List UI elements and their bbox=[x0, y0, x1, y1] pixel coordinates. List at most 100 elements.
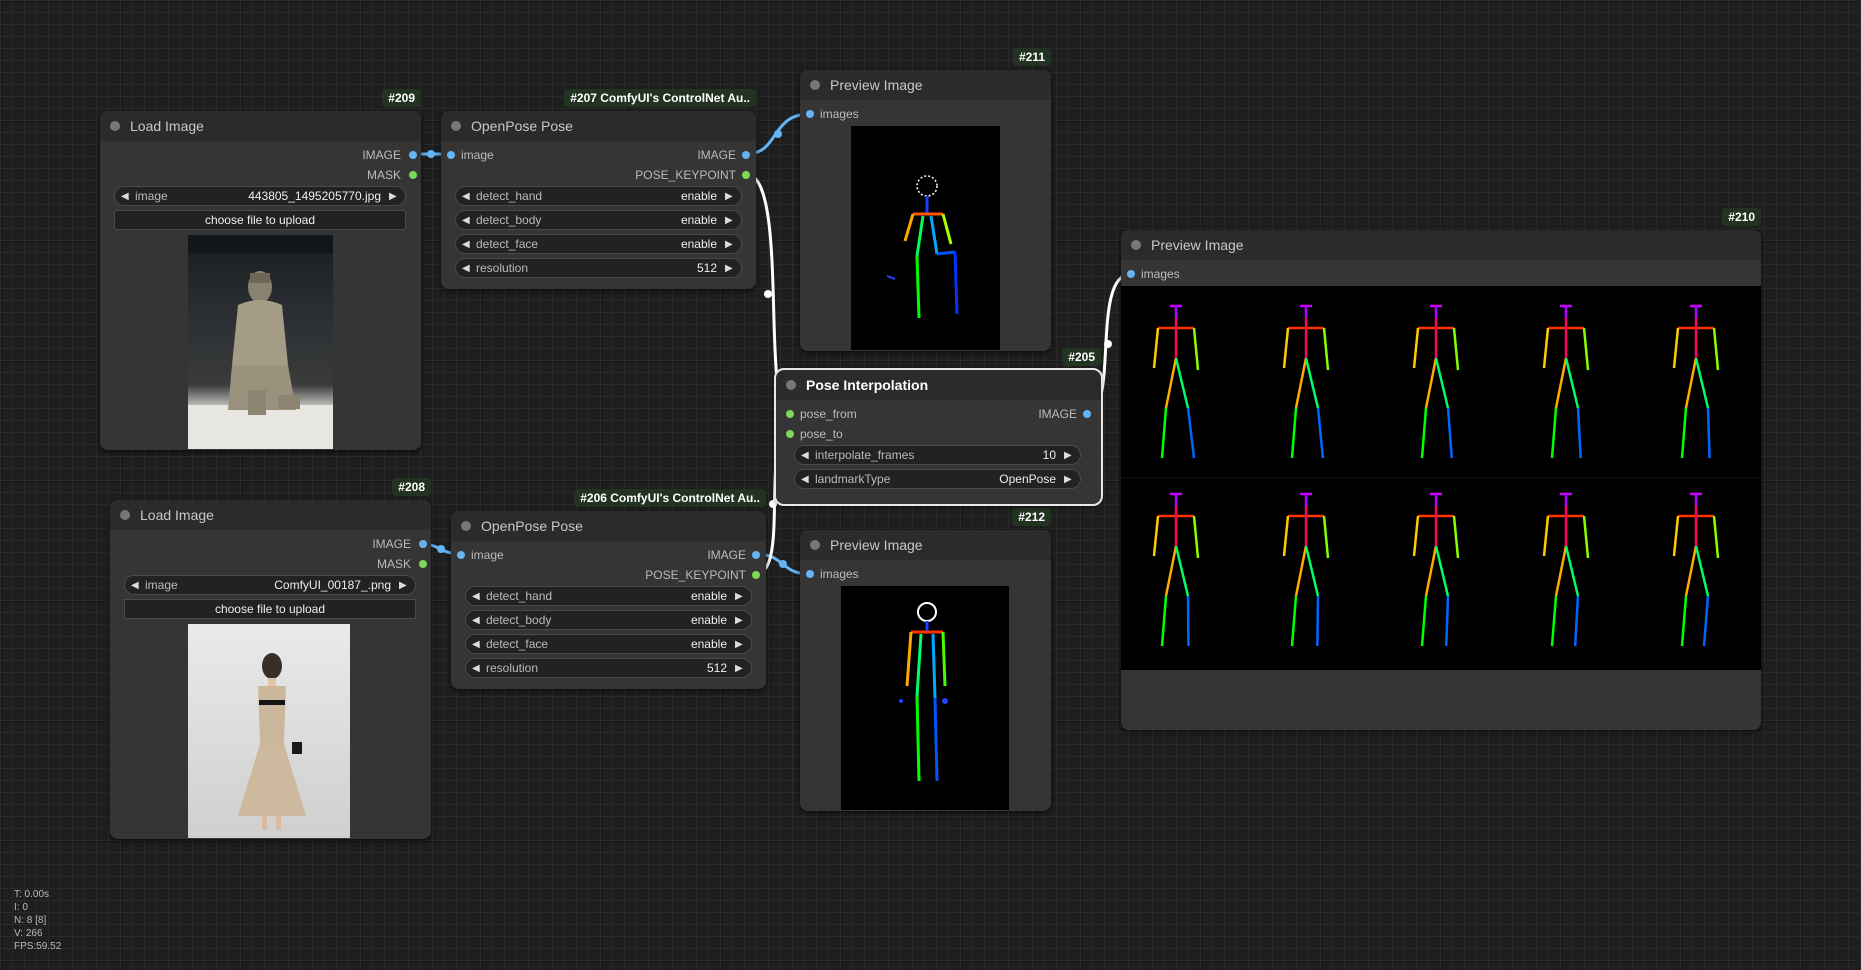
output-pin-mask[interactable] bbox=[419, 560, 427, 568]
node-id-badge: #205 bbox=[1062, 348, 1101, 366]
decrement-arrow-icon[interactable]: ◀ bbox=[462, 239, 472, 250]
fashion-model-image bbox=[238, 653, 306, 830]
openpose-pose-node-206[interactable]: #206 ComfyUI's ControlNet Au.. OpenPose … bbox=[451, 489, 766, 689]
detect-body-widget[interactable]: ◀ detect_body enable ▶ bbox=[455, 210, 742, 230]
upload-button[interactable]: choose file to upload bbox=[124, 599, 416, 619]
collapse-dot-icon[interactable] bbox=[786, 380, 796, 390]
input-label-image: image bbox=[471, 548, 504, 562]
preview-image-node-210[interactable]: #210 Preview Image images bbox=[1121, 208, 1761, 730]
node-id-badge: #212 bbox=[1012, 508, 1051, 526]
input-label-images: images bbox=[820, 107, 859, 121]
input-pin-images[interactable] bbox=[806, 570, 814, 578]
output-label-mask: MASK bbox=[376, 557, 411, 571]
node-id-badge: #208 bbox=[392, 478, 431, 496]
input-pin-image[interactable] bbox=[457, 551, 465, 559]
collapse-dot-icon[interactable] bbox=[120, 510, 130, 520]
node-title-bar[interactable]: Preview Image bbox=[1121, 230, 1761, 260]
increment-arrow-icon[interactable]: ▶ bbox=[389, 191, 399, 202]
node-title-bar[interactable]: OpenPose Pose bbox=[441, 111, 756, 141]
increment-arrow-icon[interactable]: ▶ bbox=[725, 239, 735, 250]
input-pin-image[interactable] bbox=[447, 151, 455, 159]
output-pin-image[interactable] bbox=[419, 540, 427, 548]
landmark-type-widget[interactable]: ◀ landmarkType OpenPose ▶ bbox=[794, 469, 1081, 489]
load-image-node-209[interactable]: #209 Load Image IMAGE MASK ◀ image 44380… bbox=[100, 89, 421, 450]
terracotta-warrior-image bbox=[188, 235, 333, 449]
increment-arrow-icon[interactable]: ▶ bbox=[735, 663, 745, 674]
decrement-arrow-icon[interactable]: ◀ bbox=[462, 215, 472, 226]
input-pin-pose-to[interactable] bbox=[786, 430, 794, 438]
load-image-node-208[interactable]: #208 Load Image IMAGE MASK ◀ image Comfy… bbox=[110, 478, 431, 839]
preview-image-node-211[interactable]: #211 Preview Image images bbox=[800, 48, 1051, 351]
collapse-dot-icon[interactable] bbox=[1131, 240, 1141, 250]
collapse-dot-icon[interactable] bbox=[810, 540, 820, 550]
node-title-bar[interactable]: Preview Image bbox=[800, 70, 1051, 100]
preview-image-node-212[interactable]: #212 Preview Image images bbox=[800, 508, 1051, 811]
node-title-bar[interactable]: OpenPose Pose bbox=[451, 511, 766, 541]
decrement-arrow-icon[interactable]: ◀ bbox=[462, 263, 472, 274]
input-pin-images[interactable] bbox=[1127, 270, 1135, 278]
decrement-arrow-icon[interactable]: ◀ bbox=[121, 191, 131, 202]
image-combo-widget[interactable]: ◀ image ComfyUI_00187_.png ▶ bbox=[124, 575, 416, 595]
increment-arrow-icon[interactable]: ▶ bbox=[399, 580, 409, 591]
decrement-arrow-icon[interactable]: ◀ bbox=[131, 580, 141, 591]
detect-face-widget[interactable]: ◀ detect_face enable ▶ bbox=[465, 634, 752, 654]
detect-hand-widget[interactable]: ◀ detect_hand enable ▶ bbox=[465, 586, 752, 606]
skeleton-figure bbox=[1412, 304, 1460, 459]
output-pin-image[interactable] bbox=[409, 151, 417, 159]
decrement-arrow-icon[interactable]: ◀ bbox=[472, 591, 482, 602]
input-label-images: images bbox=[1141, 267, 1180, 281]
node-id-badge: #206 ComfyUI's ControlNet Au.. bbox=[574, 489, 766, 507]
upload-button[interactable]: choose file to upload bbox=[114, 210, 406, 230]
detect-face-widget[interactable]: ◀ detect_face enable ▶ bbox=[455, 234, 742, 254]
increment-arrow-icon[interactable]: ▶ bbox=[735, 615, 745, 626]
decrement-arrow-icon[interactable]: ◀ bbox=[801, 474, 811, 485]
skeleton-figure bbox=[1282, 492, 1330, 647]
output-pin-image[interactable] bbox=[752, 551, 760, 559]
increment-arrow-icon[interactable]: ▶ bbox=[725, 215, 735, 226]
output-label-pose-keypoint: POSE_KEYPOINT bbox=[635, 168, 736, 182]
pose-interpolation-node-205[interactable]: #205 Pose Interpolation pose_from pose_t… bbox=[774, 348, 1103, 506]
increment-arrow-icon[interactable]: ▶ bbox=[1064, 450, 1074, 461]
input-pin-pose-from[interactable] bbox=[786, 410, 794, 418]
image-combo-widget[interactable]: ◀ image 443805_1495205770.jpg ▶ bbox=[114, 186, 406, 206]
collapse-dot-icon[interactable] bbox=[451, 121, 461, 131]
node-title-bar[interactable]: Load Image bbox=[100, 111, 421, 141]
openpose-pose-node-207[interactable]: #207 ComfyUI's ControlNet Au.. OpenPose … bbox=[441, 89, 756, 289]
pose-frames-grid-image bbox=[1121, 304, 1761, 647]
resolution-widget[interactable]: ◀ resolution 512 ▶ bbox=[465, 658, 752, 678]
resolution-widget[interactable]: ◀ resolution 512 ▶ bbox=[455, 258, 742, 278]
openpose-skeleton-image bbox=[886, 175, 959, 319]
decrement-arrow-icon[interactable]: ◀ bbox=[472, 639, 482, 650]
skeleton-figure bbox=[1282, 304, 1330, 459]
output-label-image: IMAGE bbox=[707, 548, 746, 562]
collapse-dot-icon[interactable] bbox=[810, 80, 820, 90]
increment-arrow-icon[interactable]: ▶ bbox=[725, 263, 735, 274]
node-title-bar[interactable]: Load Image bbox=[110, 500, 431, 530]
output-pin-mask[interactable] bbox=[409, 171, 417, 179]
decrement-arrow-icon[interactable]: ◀ bbox=[801, 450, 811, 461]
increment-arrow-icon[interactable]: ▶ bbox=[735, 591, 745, 602]
node-title: Pose Interpolation bbox=[806, 377, 929, 393]
output-pin-image[interactable] bbox=[1083, 410, 1091, 418]
output-pin-image[interactable] bbox=[742, 151, 750, 159]
collapse-dot-icon[interactable] bbox=[110, 121, 120, 131]
node-title-bar[interactable]: Pose Interpolation bbox=[776, 370, 1101, 400]
node-title: Preview Image bbox=[830, 537, 923, 553]
decrement-arrow-icon[interactable]: ◀ bbox=[472, 615, 482, 626]
increment-arrow-icon[interactable]: ▶ bbox=[725, 191, 735, 202]
decrement-arrow-icon[interactable]: ◀ bbox=[472, 663, 482, 674]
output-pin-pose-keypoint[interactable] bbox=[742, 171, 750, 179]
detect-hand-widget[interactable]: ◀ detect_hand enable ▶ bbox=[455, 186, 742, 206]
output-label-mask: MASK bbox=[366, 168, 401, 182]
decrement-arrow-icon[interactable]: ◀ bbox=[462, 191, 472, 202]
collapse-dot-icon[interactable] bbox=[461, 521, 471, 531]
output-label-image: IMAGE bbox=[697, 148, 736, 162]
interpolate-frames-widget[interactable]: ◀ interpolate_frames 10 ▶ bbox=[794, 445, 1081, 465]
node-title-bar[interactable]: Preview Image bbox=[800, 530, 1051, 560]
increment-arrow-icon[interactable]: ▶ bbox=[735, 639, 745, 650]
detect-body-widget[interactable]: ◀ detect_body enable ▶ bbox=[465, 610, 752, 630]
canvas-stats: T: 0.00s I: 0 N: 8 [8] V: 266 FPS:59.52 bbox=[14, 889, 62, 952]
input-pin-images[interactable] bbox=[806, 110, 814, 118]
output-pin-pose-keypoint[interactable] bbox=[752, 571, 760, 579]
increment-arrow-icon[interactable]: ▶ bbox=[1064, 474, 1074, 485]
